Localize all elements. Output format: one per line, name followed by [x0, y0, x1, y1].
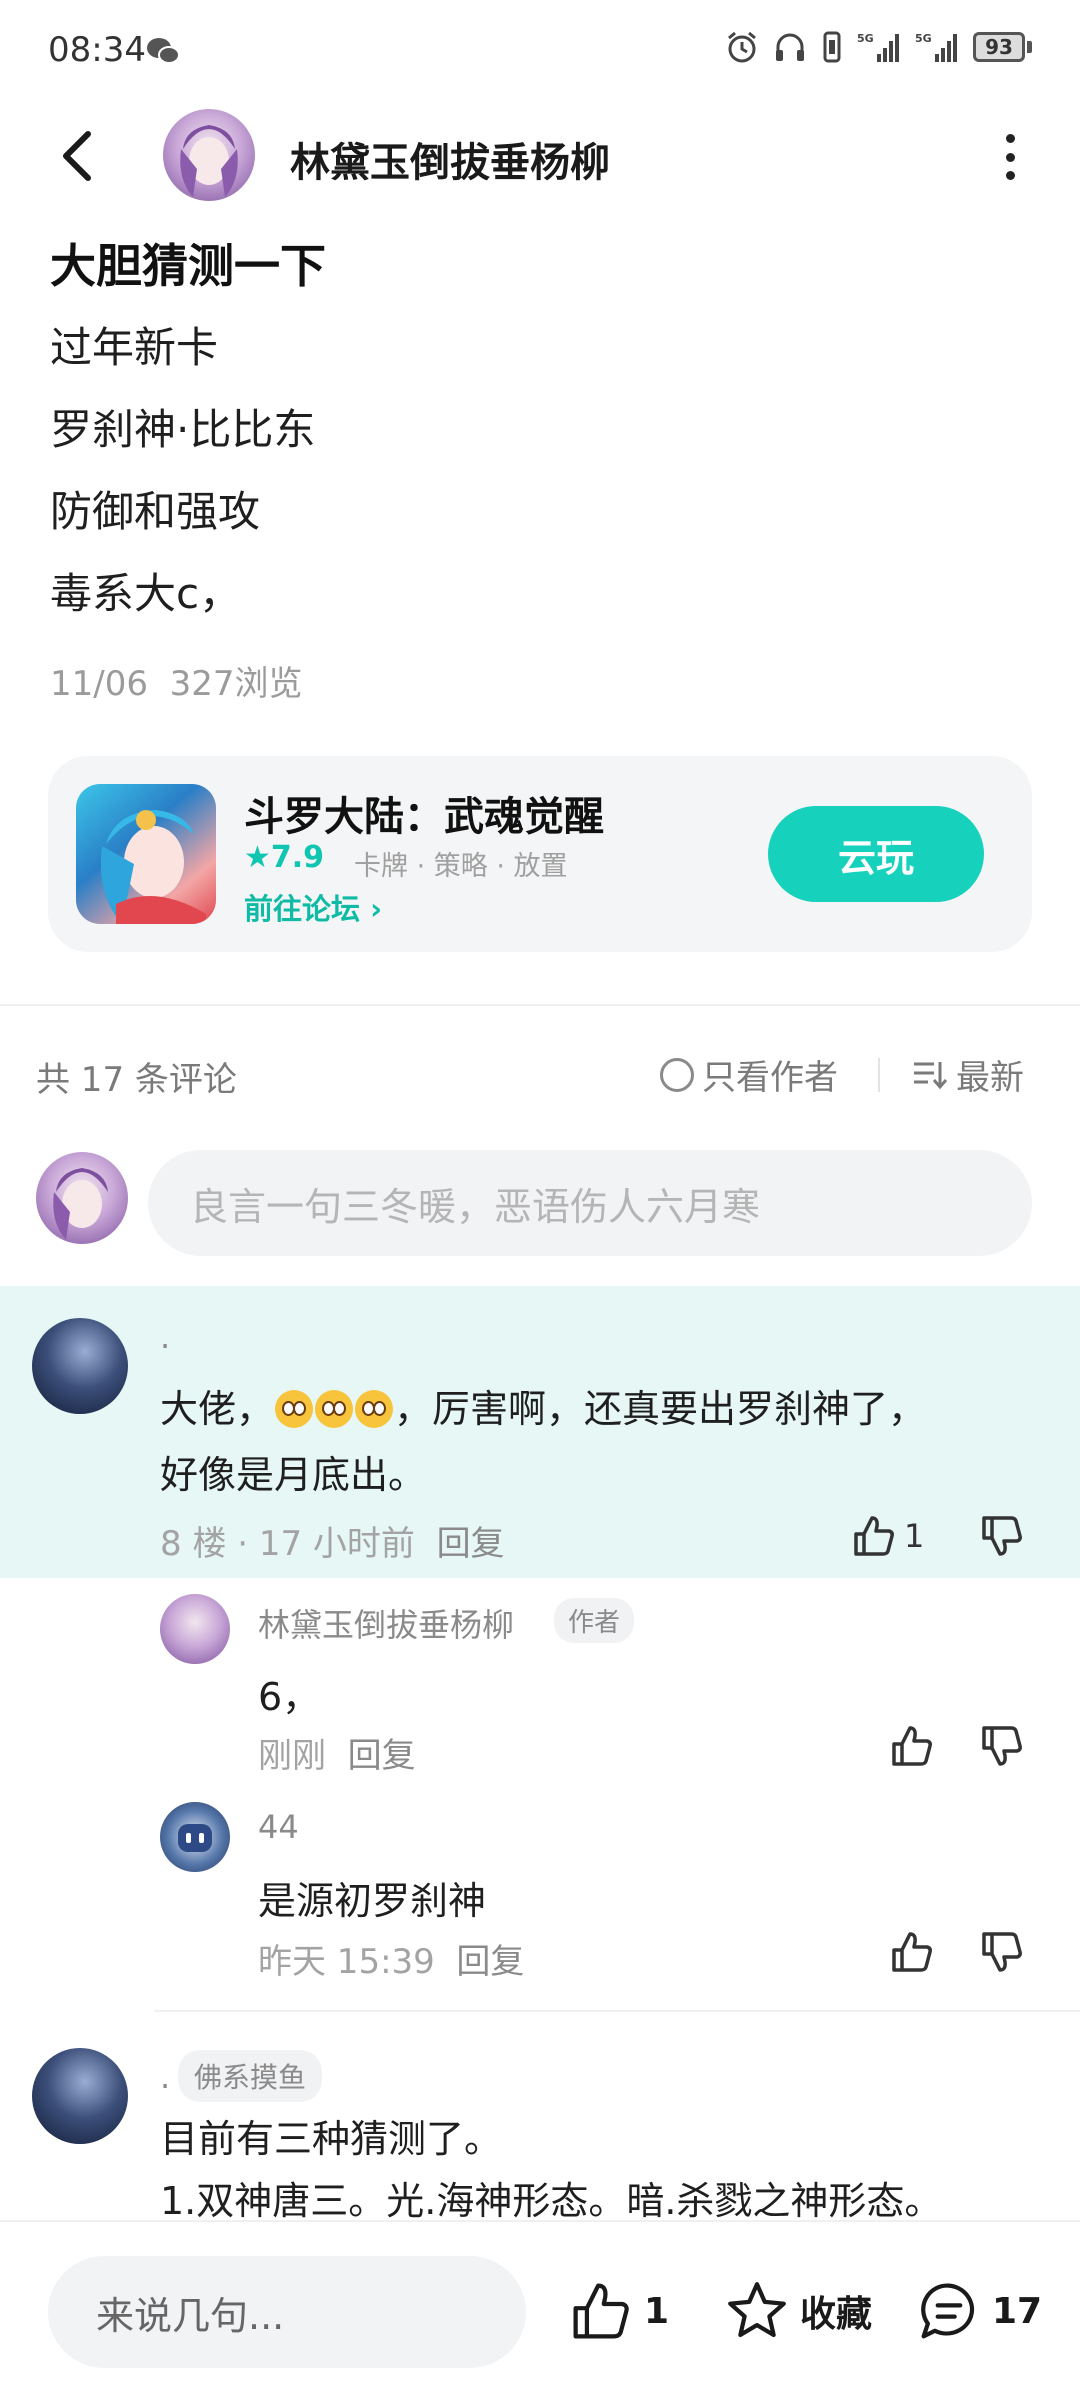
- thumbs-up-icon: [854, 1516, 894, 1556]
- game-rating: ★7.9: [244, 840, 325, 875]
- post-line: 防御和强攻: [50, 487, 261, 536]
- star-icon: ★: [244, 840, 271, 875]
- radio-circle-icon[interactable]: [660, 1057, 694, 1092]
- commenter-avatar[interactable]: [32, 2048, 128, 2144]
- like-count: 1: [904, 1517, 925, 1555]
- only-author-toggle[interactable]: 只看作者: [660, 1050, 838, 1099]
- status-icons: 5G 5G 93: [725, 30, 1032, 64]
- thumbs-down-icon[interactable]: [980, 1514, 1024, 1558]
- comment-bubble-icon: [921, 2283, 975, 2339]
- comment-input[interactable]: 良言一句三冬暖，恶语伤人六月寒: [148, 1150, 1032, 1256]
- thumbs-up-icon[interactable]: [890, 1724, 934, 1768]
- comment-text: 大佬， ，厉害啊，还真要出罗刹神了，: [160, 1387, 927, 1431]
- comment-meta: 8 楼 · 17 小时前 回复: [160, 1524, 505, 1564]
- signal-5g-icon-2: 5G: [915, 32, 957, 62]
- svg-text:5G: 5G: [857, 32, 874, 45]
- svg-text:5G: 5G: [915, 32, 932, 45]
- back-arrow-icon[interactable]: [50, 126, 110, 186]
- forum-link[interactable]: 前往论坛 ›: [244, 886, 382, 928]
- post-title: 大胆猜测一下: [50, 239, 326, 293]
- thumbs-up-icon: [573, 2283, 629, 2339]
- reply-text: 6，: [258, 1675, 321, 1719]
- comment-text-line2: 好像是月底出。: [160, 1453, 427, 1497]
- top-nav: 林黛玉倒拔垂杨柳: [0, 104, 1080, 208]
- post-date: 11/06: [50, 664, 148, 704]
- replier-name[interactable]: 44: [258, 1808, 299, 1846]
- reply-button[interactable]: 回复: [348, 1736, 416, 1776]
- sort-icon: [914, 1061, 948, 1089]
- game-icon[interactable]: [76, 784, 216, 924]
- user-tag: 佛系摸鱼: [178, 2050, 323, 2102]
- comment-count: 共 17 条评论: [36, 1060, 237, 1100]
- replier-name[interactable]: 林黛玉倒拔垂杨柳: [258, 1600, 514, 1646]
- alarm-icon: [728, 31, 756, 63]
- reply-button[interactable]: 回复: [437, 1524, 505, 1564]
- comment-count-label: 17: [992, 2290, 1043, 2332]
- divider: [154, 2010, 1080, 2012]
- post-meta: 11/06 327浏览: [50, 656, 303, 705]
- post-line: 罗刹神·比比东: [50, 405, 316, 454]
- sort-button[interactable]: 最新: [912, 1050, 1024, 1099]
- game-name: 斗罗大陆：武魂觉醒: [244, 794, 604, 840]
- game-tags: 卡牌 · 策略 · 放置: [354, 851, 568, 882]
- status-bar: 08:34 5G 5G 93: [0, 0, 1080, 104]
- thumbs-down-icon[interactable]: [980, 1724, 1024, 1768]
- post-like-button[interactable]: 1: [570, 2280, 669, 2342]
- thumbs-down-icon[interactable]: [980, 1930, 1024, 1974]
- commenter-name[interactable]: .: [160, 2058, 170, 2096]
- signal-5g-icon: 5G: [857, 32, 899, 62]
- thumbs-up-icon[interactable]: [890, 1930, 934, 1974]
- post-line: 毒系大c，: [50, 569, 242, 618]
- reply-button[interactable]: 回复: [456, 1942, 524, 1982]
- my-avatar: [36, 1152, 128, 1244]
- post-line: 过年新卡: [50, 323, 219, 372]
- commenter-avatar[interactable]: [32, 1318, 128, 1414]
- bottom-bar: 来说几句... 1 收藏 17: [0, 2220, 1080, 2400]
- reply-text: 是源初罗刹神: [258, 1879, 487, 1923]
- replier-avatar[interactable]: [160, 1802, 230, 1872]
- like-button[interactable]: 1: [852, 1514, 924, 1558]
- comments-button[interactable]: 17: [918, 2280, 1042, 2342]
- reply-meta: 刚刚 回复: [258, 1736, 416, 1776]
- vibrate-icon: [823, 31, 841, 63]
- cloud-play-button[interactable]: 云玩: [768, 806, 984, 902]
- author-avatar[interactable]: [163, 109, 255, 201]
- emoji-icon: [315, 1390, 354, 1428]
- separator: [878, 1058, 880, 1092]
- commenter-name[interactable]: .: [160, 1318, 170, 1356]
- favorite-button[interactable]: 收藏: [726, 2280, 872, 2342]
- post-like-count: 1: [644, 2290, 670, 2332]
- comment-text: 目前有三种猜测了。: [160, 2117, 503, 2161]
- status-time: 08:34: [48, 30, 146, 70]
- author-badge: 作者: [554, 1598, 635, 1643]
- battery-icon: 93: [973, 32, 1032, 62]
- divider: [0, 1004, 1080, 1006]
- reply-meta: 昨天 15:39 回复: [258, 1942, 525, 1982]
- post-views: 327浏览: [169, 664, 303, 704]
- replier-avatar[interactable]: [160, 1594, 230, 1664]
- bottom-comment-input[interactable]: 来说几句...: [48, 2256, 526, 2368]
- emoji-icon: [355, 1390, 394, 1428]
- wechat-icon: [147, 38, 180, 64]
- more-options-icon[interactable]: [998, 134, 1022, 180]
- headphones-icon: [776, 33, 804, 61]
- battery-level: 93: [973, 32, 1025, 62]
- favorite-label: 收藏: [800, 2294, 873, 2335]
- chevron-right-icon: ›: [370, 892, 383, 926]
- emoji-icon: [275, 1390, 314, 1428]
- author-name[interactable]: 林黛玉倒拔垂杨柳: [290, 130, 610, 188]
- game-card[interactable]: 斗罗大陆：武魂觉醒 ★7.9 卡牌 · 策略 · 放置 前往论坛 › 云玩: [48, 756, 1032, 952]
- star-icon: [728, 2282, 786, 2338]
